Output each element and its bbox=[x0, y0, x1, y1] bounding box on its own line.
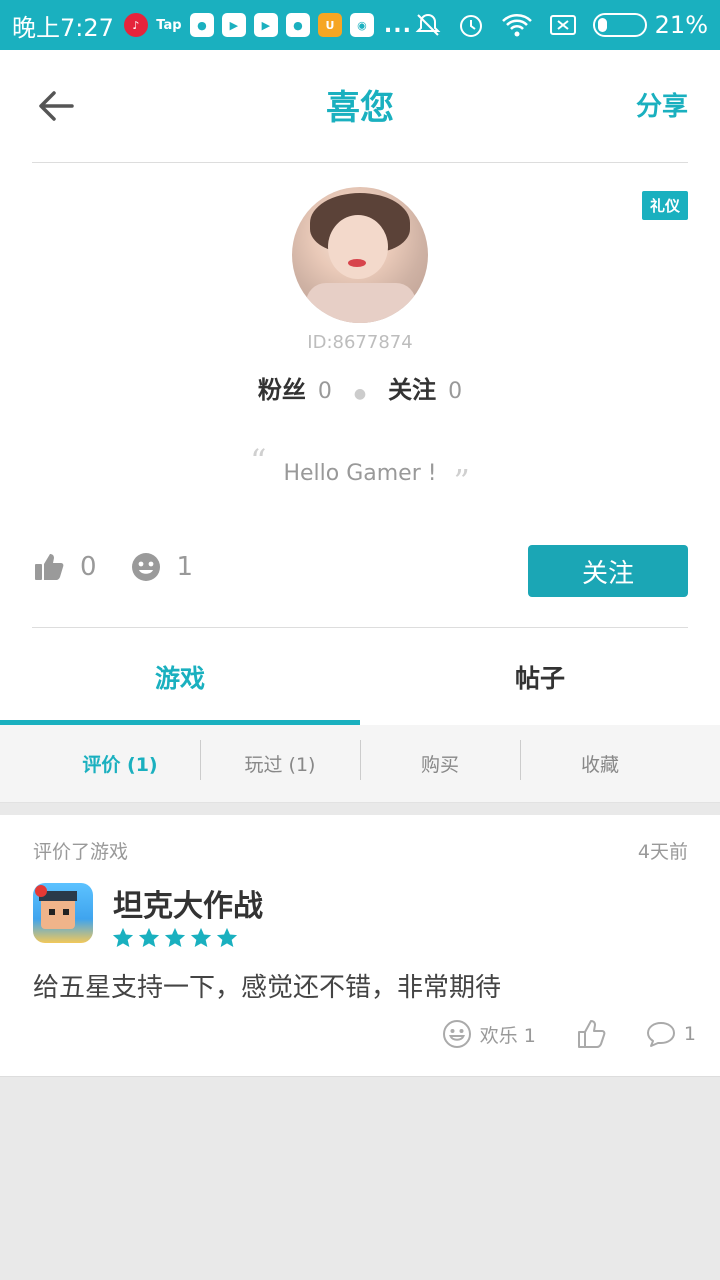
play-store-icon: ▶ bbox=[253, 13, 278, 37]
no-sim-icon bbox=[549, 15, 576, 35]
page-title: 喜您 bbox=[326, 88, 394, 128]
profile-card: 喜您 分享 礼仪 ID:8677874 粉丝 0 ● 关注 0 “ Hello … bbox=[0, 50, 720, 725]
comment-count: 1 bbox=[683, 1023, 696, 1045]
star-icon bbox=[216, 927, 238, 947]
review-text: 给五星支持一下，感觉还不错，非常期待 bbox=[33, 973, 502, 1003]
sub-tabs: 评价 (1) 玩过 (1) 购买 收藏 bbox=[0, 725, 720, 803]
share-button[interactable]: 分享 bbox=[636, 86, 688, 123]
tab-posts[interactable]: 帖子 bbox=[360, 628, 720, 725]
battery-icon bbox=[592, 13, 647, 37]
netease-music-icon: ♪ bbox=[123, 13, 148, 37]
like-button[interactable] bbox=[576, 1019, 606, 1049]
stats-separator: ● bbox=[353, 386, 367, 402]
status-time: 晚上7:27 bbox=[12, 13, 114, 42]
taptap-icon: Tap bbox=[156, 17, 182, 33]
smiley-icon[interactable] bbox=[131, 552, 161, 582]
fun-label: 欢乐 1 bbox=[479, 1024, 536, 1047]
follow-stats: 粉丝 0 ● 关注 0 bbox=[0, 370, 720, 405]
thumbs-up-outline-icon bbox=[577, 1020, 606, 1048]
thumbs-up-icon[interactable] bbox=[34, 553, 64, 581]
quote-close-icon: ” bbox=[453, 462, 470, 500]
comment-button[interactable]: 1 bbox=[646, 1020, 696, 1048]
following-label[interactable]: 关注 bbox=[388, 370, 436, 405]
star-icon bbox=[164, 927, 186, 947]
review-meta: 评价了游戏 bbox=[33, 841, 129, 863]
subtab-reviews[interactable]: 评价 (1) bbox=[40, 750, 200, 777]
app-header: 喜您 分享 bbox=[0, 50, 720, 162]
app-icon: ● bbox=[285, 13, 310, 37]
profile-reactions: 0 1 bbox=[34, 552, 227, 582]
header-divider bbox=[32, 162, 688, 163]
mute-icon bbox=[415, 13, 441, 36]
battery-indicator: 21% bbox=[592, 11, 708, 39]
game-name[interactable]: 坦克大作战 bbox=[113, 881, 263, 925]
fun-count: 1 bbox=[176, 552, 194, 582]
alarm-icon bbox=[459, 15, 482, 37]
star-icon bbox=[138, 927, 160, 947]
review-actions: 欢乐 1 1 bbox=[402, 1019, 696, 1049]
fun-button[interactable]: 欢乐 1 bbox=[442, 1019, 536, 1049]
etiquette-badge[interactable]: 礼仪 bbox=[641, 191, 688, 220]
app-icon: ● bbox=[189, 13, 214, 37]
smiley-outline-icon bbox=[442, 1020, 471, 1048]
bio-text: Hello Gamer ! bbox=[283, 461, 437, 486]
user-id: ID:8677874 bbox=[307, 332, 413, 353]
notification-icons: ♪ Tap ● ▶ ▶ ● U ◉ ... bbox=[123, 12, 414, 38]
review-time: 4天前 bbox=[637, 841, 688, 863]
follow-button[interactable]: 关注 bbox=[528, 545, 688, 597]
more-notifications-icon: ... bbox=[383, 12, 412, 38]
fans-label[interactable]: 粉丝 bbox=[258, 370, 306, 405]
status-bar: 晚上7:27 ♪ Tap ● ▶ ▶ ● U ◉ ... 21% bbox=[0, 0, 720, 50]
battery-percent: 21% bbox=[654, 11, 708, 39]
fans-count[interactable]: 0 bbox=[318, 379, 332, 404]
subtab-played[interactable]: 玩过 (1) bbox=[200, 740, 360, 780]
play-store-icon: ▶ bbox=[221, 13, 246, 37]
bio-quote: “ Hello Gamer ! ” bbox=[0, 442, 720, 500]
review-card[interactable]: 评价了游戏 4天前 坦克大作战 给五星支持一下，感觉还不错，非常期待 欢乐 1 … bbox=[0, 815, 720, 1077]
uc-browser-icon: U bbox=[317, 13, 342, 37]
subtab-purchased[interactable]: 购买 bbox=[360, 740, 520, 780]
star-icon bbox=[190, 927, 212, 947]
likes-count: 0 bbox=[80, 552, 97, 582]
tab-games[interactable]: 游戏 bbox=[0, 628, 360, 725]
main-tabs: 游戏 帖子 bbox=[0, 628, 720, 725]
video-icon: ◉ bbox=[349, 13, 374, 37]
quote-open-icon: “ bbox=[250, 442, 267, 480]
game-icon[interactable] bbox=[33, 883, 93, 943]
rating-stars bbox=[112, 927, 238, 949]
following-count[interactable]: 0 bbox=[448, 379, 462, 404]
star-icon bbox=[112, 927, 134, 947]
wifi-icon bbox=[501, 14, 532, 37]
comment-icon bbox=[646, 1022, 675, 1047]
subtab-favorites[interactable]: 收藏 bbox=[520, 740, 680, 780]
avatar[interactable] bbox=[292, 187, 428, 323]
